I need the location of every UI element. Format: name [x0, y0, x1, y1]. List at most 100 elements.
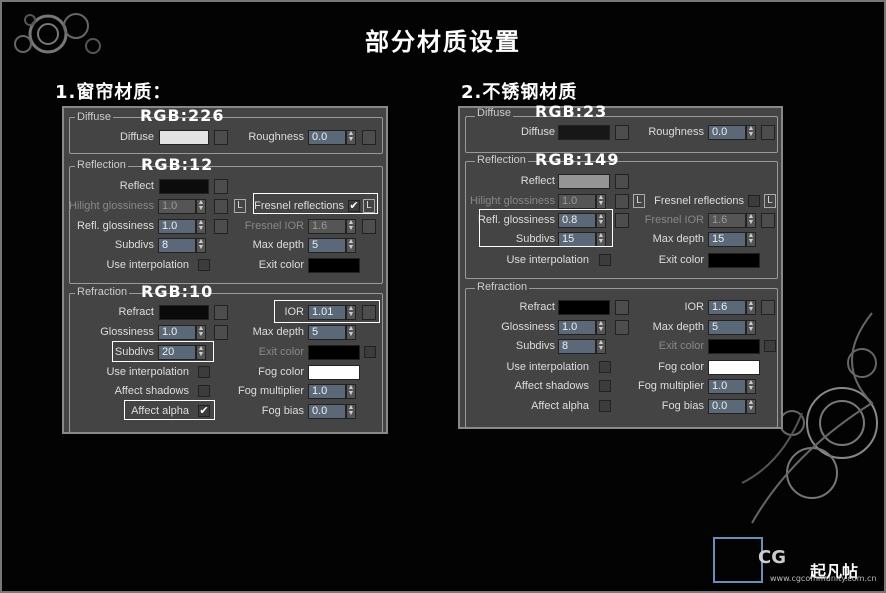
fresnel-ior-map-button[interactable] [761, 213, 775, 228]
group-title-reflection: Reflection [475, 154, 528, 166]
fog-bias-spinner[interactable]: ▲ ▼ [346, 404, 356, 419]
refl-glossiness-spinner[interactable]: ▲ ▼ [196, 219, 206, 234]
roughness-spinner[interactable]: ▲ ▼ [746, 125, 756, 140]
page-title: 部分材质设置 [365, 28, 521, 56]
fresnel-ior-input[interactable]: 1.6 [708, 213, 746, 228]
refl-use-interpolation-checkbox[interactable] [599, 254, 611, 266]
refr-subdivs-spinner[interactable]: ▲ ▼ [596, 339, 606, 354]
site-logo-cg: CG [758, 547, 786, 568]
affect-shadows-checkbox[interactable] [599, 380, 611, 392]
fog-bias-spinner[interactable]: ▲ ▼ [746, 399, 756, 414]
fog-bias-input[interactable]: 0.0 [708, 399, 746, 414]
label-affect-shadows: Affect shadows [514, 380, 589, 392]
refl-max-depth-input[interactable]: 15 [708, 232, 746, 247]
section-title-curtain: 1.窗帘材质： [55, 82, 172, 103]
refr-exit-color-checkbox[interactable] [764, 340, 776, 352]
refract-color-swatch[interactable] [558, 300, 610, 315]
diffuse-map-button[interactable] [214, 130, 228, 145]
hilight-glossiness-map-button[interactable] [214, 199, 228, 214]
hilight-glossiness-map-button[interactable] [615, 194, 629, 209]
refr-glossiness-spinner[interactable]: ▲ ▼ [196, 325, 206, 340]
fresnel-ior-spinner[interactable]: ▲ ▼ [746, 213, 756, 228]
diffuse-map-button[interactable] [615, 125, 629, 140]
refl-glossiness-input[interactable]: 1.0 [158, 219, 196, 234]
roughness-map-button[interactable] [761, 125, 775, 140]
reflect-map-button[interactable] [214, 179, 228, 194]
refr-glossiness-input[interactable]: 1.0 [158, 325, 196, 340]
annotation-reflection-rgb: RGB:149 [535, 150, 620, 169]
roughness-input[interactable]: 0.0 [308, 130, 346, 145]
label-fog-color: Fog color [658, 361, 704, 373]
refl-glossiness-map-button[interactable] [214, 219, 228, 234]
diffuse-color-swatch[interactable] [159, 130, 209, 145]
refr-max-depth-input[interactable]: 5 [308, 325, 346, 340]
refr-max-depth-spinner[interactable]: ▲ ▼ [346, 325, 356, 340]
refr-subdivs-input[interactable]: 8 [558, 339, 596, 354]
ior-spinner[interactable]: ▲ ▼ [746, 300, 756, 315]
label-affect-shadows: Affect shadows [114, 385, 189, 397]
refl-use-interpolation-checkbox[interactable] [198, 259, 210, 271]
refr-exit-color-checkbox[interactable] [364, 346, 376, 358]
label-exit-color: Exit color [258, 346, 304, 358]
affect-alpha-checkbox[interactable] [599, 400, 611, 412]
fresnel-ior-map-button[interactable] [362, 219, 376, 234]
refl-max-depth-spinner[interactable]: ▲ ▼ [346, 238, 356, 253]
label-fog-multiplier: Fog multiplier [637, 380, 704, 392]
fog-color-swatch[interactable] [308, 365, 360, 380]
refl-glossiness-map-button[interactable] [615, 213, 629, 228]
refl-max-depth-input[interactable]: 5 [308, 238, 346, 253]
fog-bias-input[interactable]: 0.0 [308, 404, 346, 419]
fresnel-lock-button[interactable]: L [764, 194, 776, 208]
refl-subdivs-spinner[interactable]: ▲ ▼ [196, 238, 206, 253]
refract-map-button[interactable] [615, 300, 629, 315]
hilight-lock-button[interactable]: L [633, 194, 645, 208]
hilight-glossiness-spinner[interactable]: ▲ ▼ [196, 199, 206, 214]
label-roughness: Roughness [648, 126, 704, 138]
highlight-affect-alpha [124, 400, 215, 420]
label-max-depth: Max depth [252, 239, 304, 251]
refl-max-depth-spinner[interactable]: ▲ ▼ [746, 232, 756, 247]
refr-glossiness-input[interactable]: 1.0 [558, 320, 596, 335]
roughness-map-button[interactable] [362, 130, 376, 145]
fog-color-swatch[interactable] [708, 360, 760, 375]
refr-exit-color-swatch[interactable] [708, 339, 760, 354]
label-glossiness: Glossiness [100, 326, 154, 338]
hilight-glossiness-input[interactable]: 1.0 [558, 194, 596, 209]
diffuse-color-swatch[interactable] [558, 125, 610, 140]
refr-exit-color-swatch[interactable] [308, 345, 360, 360]
fresnel-ior-input[interactable]: 1.6 [308, 219, 346, 234]
refract-color-swatch[interactable] [159, 305, 209, 320]
section-title-steel: 2.不锈钢材质 [461, 82, 578, 103]
fog-multiplier-spinner[interactable]: ▲ ▼ [346, 384, 356, 399]
refl-subdivs-input[interactable]: 8 [158, 238, 196, 253]
reflect-map-button[interactable] [615, 174, 629, 189]
refl-exit-color-swatch[interactable] [708, 253, 760, 268]
hilight-lock-button[interactable]: L [234, 199, 246, 213]
label-exit-color: Exit color [658, 254, 704, 266]
group-title-diffuse: Diffuse [75, 111, 114, 123]
reflect-color-swatch[interactable] [159, 179, 209, 194]
hilight-glossiness-input[interactable]: 1.0 [158, 199, 196, 214]
reflect-color-swatch[interactable] [558, 174, 610, 189]
fog-multiplier-input[interactable]: 1.0 [708, 379, 746, 394]
fresnel-ior-spinner[interactable]: ▲ ▼ [346, 219, 356, 234]
refr-max-depth-spinner[interactable]: ▲ ▼ [746, 320, 756, 335]
refr-use-interpolation-checkbox[interactable] [599, 361, 611, 373]
hilight-glossiness-spinner[interactable]: ▲ ▼ [596, 194, 606, 209]
refr-glossiness-map-button[interactable] [214, 325, 228, 340]
fresnel-reflections-checkbox[interactable] [748, 195, 760, 207]
refract-map-button[interactable] [214, 305, 228, 320]
roughness-spinner[interactable]: ▲ ▼ [346, 130, 356, 145]
ior-input[interactable]: 1.6 [708, 300, 746, 315]
refr-glossiness-spinner[interactable]: ▲ ▼ [596, 320, 606, 335]
roughness-input[interactable]: 0.0 [708, 125, 746, 140]
refr-use-interpolation-checkbox[interactable] [198, 366, 210, 378]
label-refract: Refract [519, 301, 555, 313]
refr-max-depth-input[interactable]: 5 [708, 320, 746, 335]
fog-multiplier-spinner[interactable]: ▲ ▼ [746, 379, 756, 394]
fog-multiplier-input[interactable]: 1.0 [308, 384, 346, 399]
ior-map-button[interactable] [761, 300, 775, 315]
refl-exit-color-swatch[interactable] [308, 258, 360, 273]
refr-glossiness-map-button[interactable] [615, 320, 629, 335]
affect-shadows-checkbox[interactable] [198, 385, 210, 397]
